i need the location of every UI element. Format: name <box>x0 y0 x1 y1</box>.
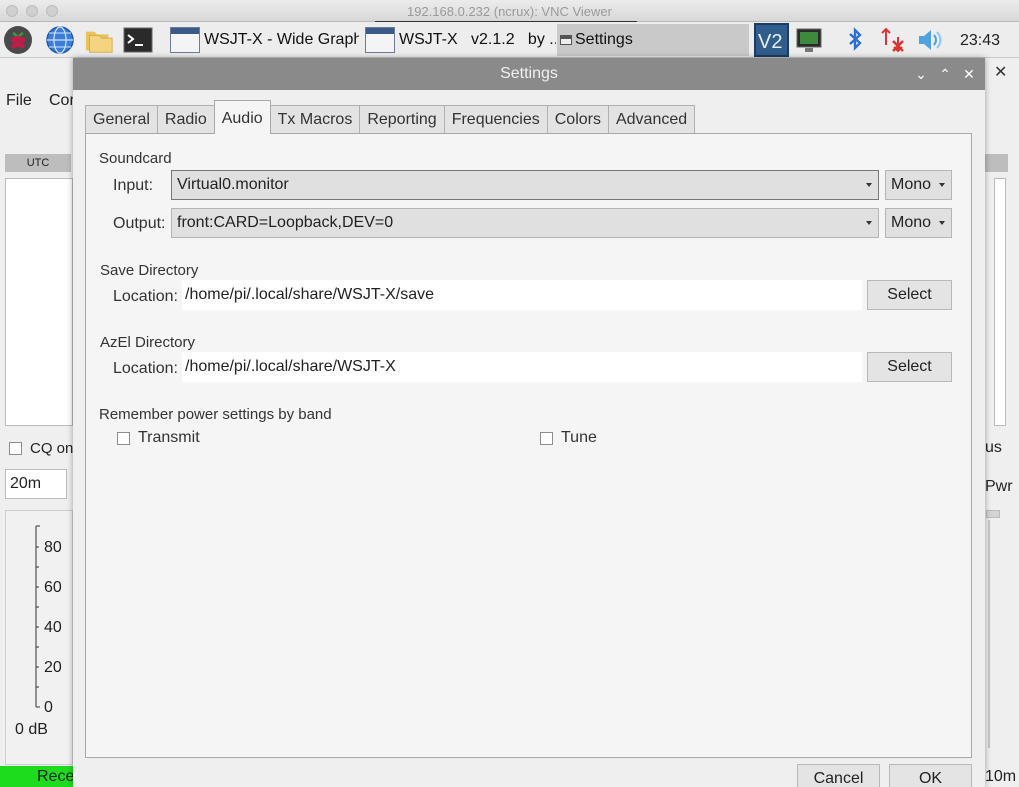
azel-directory-title: AzEl Directory <box>100 334 196 351</box>
transmit-label: Transmit <box>138 429 200 446</box>
output-device-value: front:CARD=Loopback,DEV=0 <box>177 214 394 231</box>
terminal-icon[interactable] <box>123 25 153 55</box>
audio-tab-panel: Soundcard Input: Virtual0.monitor Mono O… <box>85 133 972 758</box>
azel-directory-select-button[interactable]: Select <box>867 352 952 382</box>
menu-configurations[interactable]: Cor <box>49 92 75 110</box>
azel-location-input[interactable] <box>182 352 862 382</box>
tab-general[interactable]: General <box>85 105 158 134</box>
right-label-us: us <box>985 439 1002 456</box>
ok-button[interactable]: OK <box>889 764 972 787</box>
dialog-title-bar: Settings ⌄ ⌃ ✕ <box>73 58 985 90</box>
web-browser-globe-icon[interactable] <box>45 25 75 55</box>
bluetooth-icon[interactable] <box>840 25 870 55</box>
tab-radio[interactable]: Radio <box>156 105 215 134</box>
task-label: WSJT-X v2.1.2 by ... <box>399 31 556 48</box>
tune-checkbox[interactable]: Tune <box>540 429 597 447</box>
vnc-title-bar: 192.168.0.232 (ncrux): VNC Viewer <box>0 0 1019 23</box>
tune-label: Tune <box>561 429 597 446</box>
input-device-value: Virtual0.monitor <box>177 176 289 193</box>
network-disconnected-icon[interactable] <box>878 25 908 55</box>
right-label-10m: 10m <box>985 768 1017 785</box>
save-location-label: Location: <box>113 288 178 305</box>
cq-on-checkbox[interactable]: CQ on <box>9 440 73 457</box>
task-wide-graph[interactable]: WSJT-X - Wide Graph <box>167 24 359 56</box>
input-device-combo[interactable]: Virtual0.monitor <box>171 170 879 200</box>
meter-tick-label: 40 <box>44 619 62 636</box>
receiving-status: Rece <box>0 766 74 787</box>
tab-reporting[interactable]: Reporting <box>359 105 445 134</box>
output-label: Output: <box>113 215 166 232</box>
task-settings[interactable]: Settings <box>557 24 749 56</box>
dialog-title: Settings <box>500 65 558 82</box>
save-location-input[interactable] <box>182 280 862 310</box>
svg-text:V2: V2 <box>758 31 782 53</box>
meter-db-readout: 0 dB <box>15 721 48 738</box>
file-manager-folder-icon[interactable] <box>84 25 114 55</box>
chevron-up-icon[interactable]: ⌃ <box>935 64 955 84</box>
task-label: WSJT-X - Wide Graph <box>204 31 359 48</box>
output-channel-value: Mono <box>891 214 932 231</box>
raspberry-menu-icon[interactable] <box>3 25 33 55</box>
right-label-pwr: Pwr <box>985 478 1013 495</box>
output-channel-combo[interactable]: Mono <box>885 208 952 238</box>
close-icon[interactable]: ✕ <box>994 62 1007 82</box>
taskbar-clock: 23:43 <box>960 32 1001 49</box>
cpu-monitor-icon[interactable] <box>795 25 825 55</box>
pwr-slider-track[interactable] <box>988 520 990 748</box>
window-thumbnail-icon <box>560 35 572 45</box>
tab-audio[interactable]: Audio <box>213 100 271 134</box>
azel-location-label: Location: <box>113 360 178 377</box>
meter-tick-label: 0 <box>44 699 53 716</box>
tab-advanced[interactable]: Advanced <box>607 105 696 134</box>
transmit-checkbox[interactable]: Transmit <box>117 429 200 447</box>
decode-list[interactable] <box>5 178 73 426</box>
chevron-down-icon <box>866 183 872 187</box>
save-directory-select-button[interactable]: Select <box>867 280 952 310</box>
right-column-header <box>984 154 1008 172</box>
task-label: Settings <box>575 31 633 48</box>
chevron-down-icon <box>939 221 945 225</box>
input-channel-combo[interactable]: Mono <box>885 170 952 200</box>
checkbox-box <box>9 442 22 455</box>
meter-tick-label: 60 <box>44 579 62 596</box>
utc-column-header: UTC <box>5 154 71 172</box>
menu-file[interactable]: File <box>6 92 32 110</box>
task-wsjtx-main[interactable]: WSJT-X v2.1.2 by ... <box>362 24 556 56</box>
cq-label: CQ on <box>30 440 74 457</box>
pwr-slider-handle[interactable] <box>986 510 1000 518</box>
chevron-down-icon[interactable]: ⌄ <box>911 64 931 84</box>
right-scrollbar[interactable] <box>994 178 1006 426</box>
settings-dialog: Settings ⌄ ⌃ ✕ General Radio Audio Tx Ma… <box>73 58 985 787</box>
window-thumbnail-icon <box>170 27 200 53</box>
checkbox-box <box>540 431 553 445</box>
tab-frequencies[interactable]: Frequencies <box>443 105 548 134</box>
power-settings-title: Remember power settings by band <box>99 406 332 423</box>
close-icon[interactable]: ✕ <box>959 64 979 84</box>
vnc-server-icon[interactable]: V2 <box>754 23 789 57</box>
meter-tick-label: 80 <box>44 539 62 556</box>
tab-tx-macros[interactable]: Tx Macros <box>269 105 361 134</box>
soundcard-group-title: Soundcard <box>99 150 172 167</box>
cancel-button[interactable]: Cancel <box>797 764 880 787</box>
input-channel-value: Mono <box>891 176 932 193</box>
settings-tabs: General Radio Audio Tx Macros Reporting … <box>85 100 696 134</box>
window-thumbnail-icon <box>365 27 395 53</box>
input-label: Input: <box>113 177 154 194</box>
meter-tick-label: 20 <box>44 659 62 676</box>
save-directory-title: Save Directory <box>100 262 199 279</box>
output-device-combo[interactable]: front:CARD=Loopback,DEV=0 <box>171 208 879 238</box>
taskbar: WSJT-X - Wide Graph WSJT-X v2.1.2 by ...… <box>0 22 1019 58</box>
checkbox-box <box>117 431 130 445</box>
chevron-down-icon <box>939 183 945 187</box>
tab-colors[interactable]: Colors <box>546 105 609 134</box>
band-selector[interactable]: 20m <box>5 469 67 499</box>
chevron-down-icon <box>866 221 872 225</box>
vnc-window-title: 192.168.0.232 (ncrux): VNC Viewer <box>407 4 612 19</box>
volume-icon[interactable] <box>915 25 945 55</box>
